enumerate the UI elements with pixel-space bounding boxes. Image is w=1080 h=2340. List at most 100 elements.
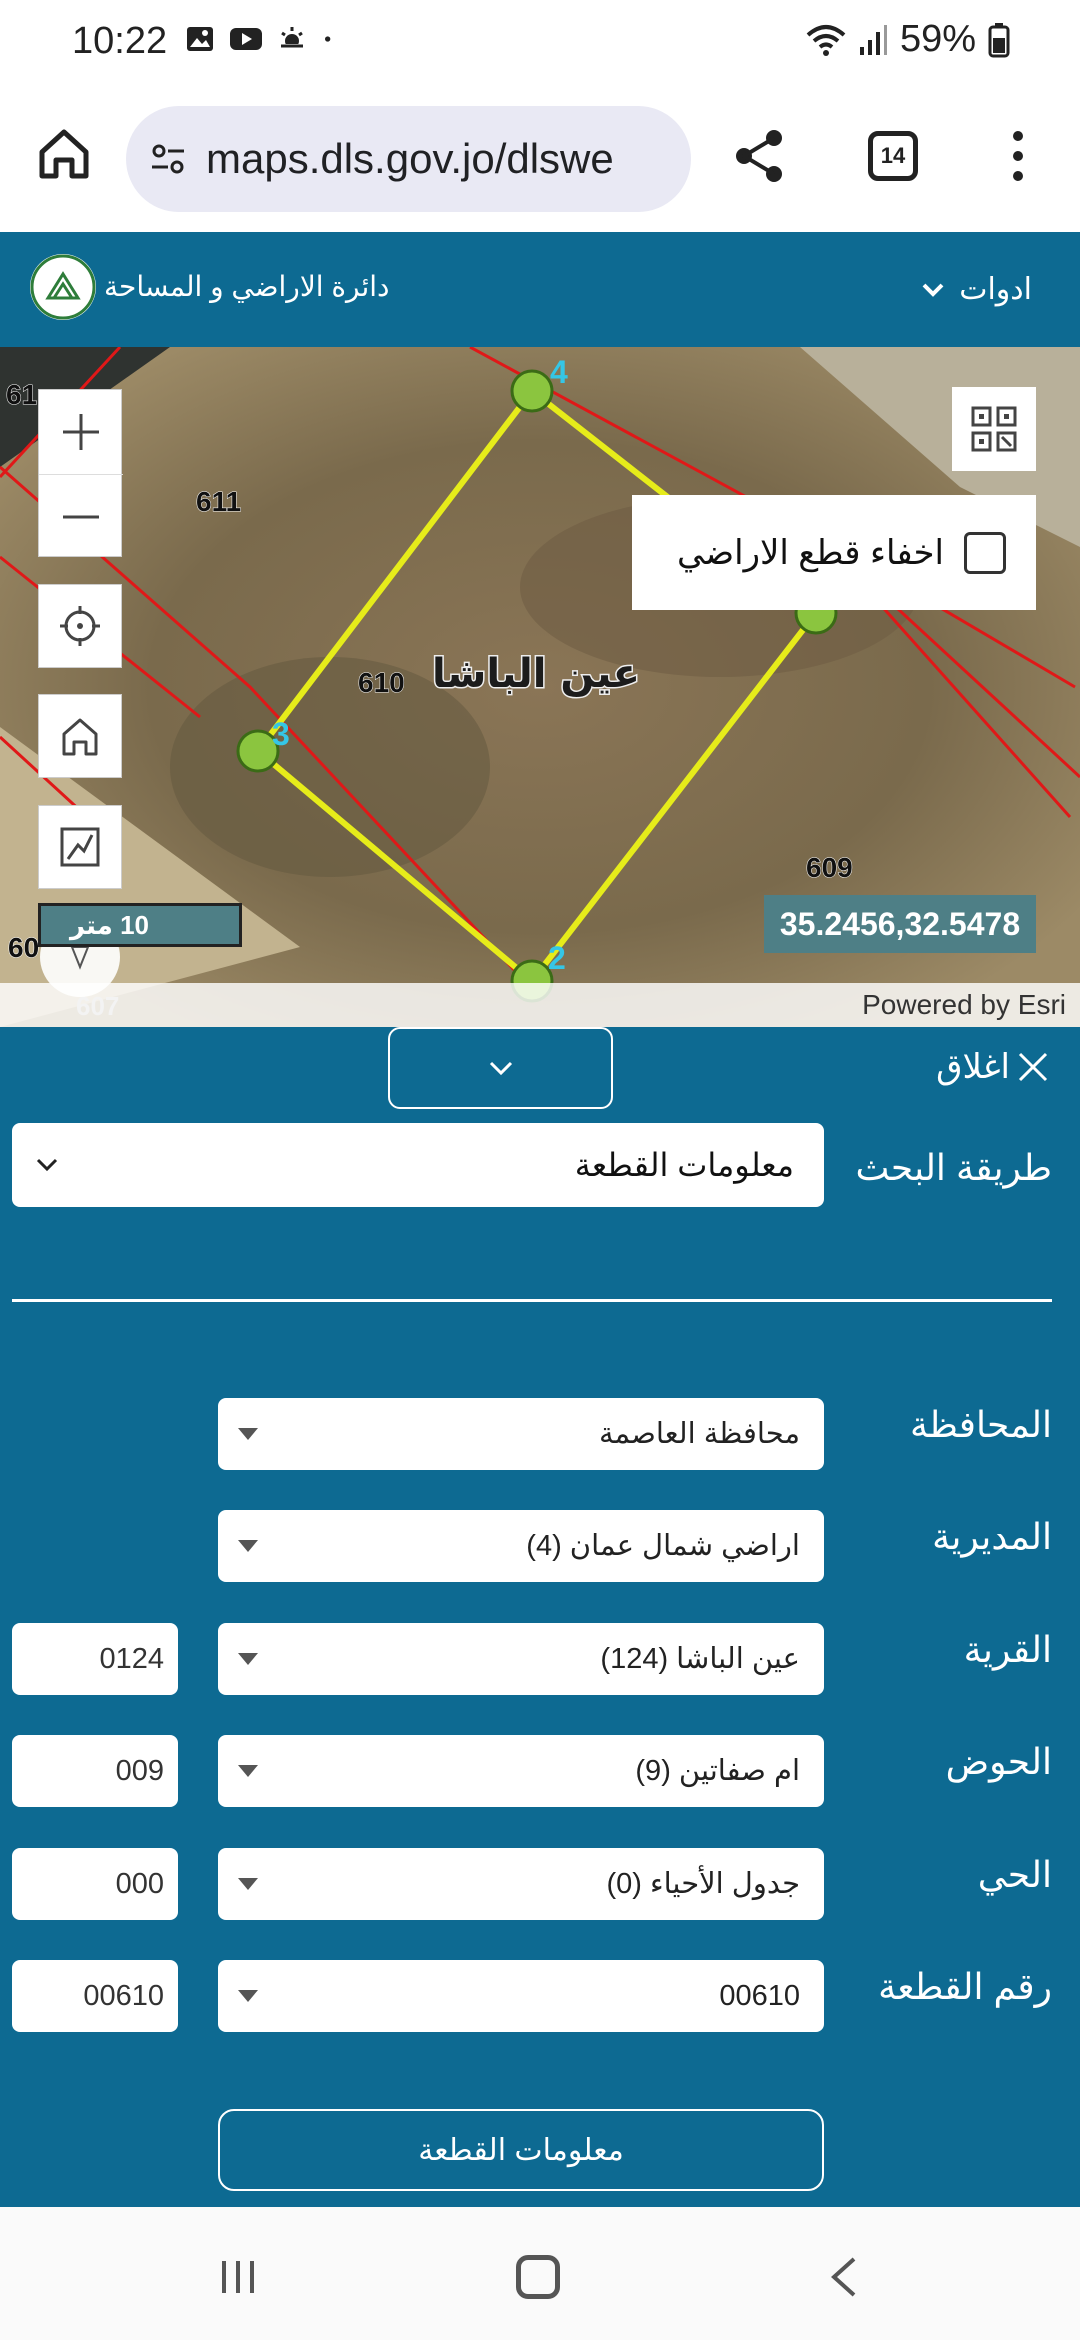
parcel-number-row: رقم القطعة 00610 00610 [0, 1960, 1080, 2032]
search-method-select[interactable]: معلومات القطعة [12, 1123, 824, 1207]
dropdown-arrow-icon [238, 1765, 258, 1777]
parcel-number: 610 [358, 667, 405, 698]
map-view[interactable]: 4 3 2 611 610 609 61 60 607 عين الباشا [0, 347, 1080, 1027]
browser-toolbar: maps.dls.gov.jo/dlswe 14 [0, 86, 1080, 232]
parcel-number-select[interactable]: 00610 [218, 1960, 824, 2032]
parcel-info-button[interactable]: معلومات القطعة [218, 2109, 824, 2191]
qr-code-button[interactable] [952, 387, 1036, 471]
tools-label: ادوات [959, 273, 1032, 306]
zoom-controls [38, 389, 123, 558]
collapse-panel-button[interactable] [388, 1027, 613, 1109]
search-method-label: طريقة البحث [855, 1147, 1052, 1188]
home-icon[interactable] [36, 126, 92, 182]
directorate-row: المديرية اراضي شمال عمان (4) [0, 1510, 1080, 1582]
vertex-label: 2 [548, 940, 566, 976]
hide-parcels-checkbox[interactable] [964, 531, 1006, 574]
village-code-input[interactable]: 0124 [12, 1623, 178, 1695]
hide-parcels-label: اخفاء قطع الاراضي [676, 533, 944, 572]
scale-bar: 10 متر [38, 903, 242, 947]
directorate-select[interactable]: اراضي شمال عمان (4) [218, 1510, 824, 1582]
dropdown-arrow-icon [238, 1540, 258, 1552]
weather-icon [279, 27, 305, 52]
site-settings-icon[interactable] [148, 139, 188, 179]
esri-attribution[interactable]: Powered by Esri [862, 989, 1066, 1021]
chevron-down-icon [922, 283, 944, 297]
image-icon [187, 27, 213, 51]
address-bar[interactable]: maps.dls.gov.jo/dlswe [126, 106, 691, 212]
back-icon[interactable] [826, 2255, 862, 2299]
directorate-label: المديرية [932, 1516, 1052, 1557]
parcel-number-input[interactable]: 00610 [12, 1960, 178, 2032]
locate-button[interactable] [38, 584, 122, 668]
basin-code-input[interactable]: 009 [12, 1735, 178, 1807]
parcel-number: 609 [806, 852, 853, 883]
basin-select[interactable]: ام صفاتين (9) [218, 1735, 824, 1807]
neighborhood-value: جدول الأحياء (0) [606, 1868, 800, 1900]
tab-switcher-button[interactable]: 14 [868, 131, 918, 181]
status-bar: 10:22 59% [0, 0, 1080, 86]
home-extent-button[interactable] [38, 694, 122, 778]
signal-icon [859, 24, 887, 55]
measure-button[interactable] [38, 805, 122, 889]
zoom-in-button[interactable] [39, 390, 123, 474]
vertex-marker [510, 369, 554, 413]
more-options-icon[interactable] [1000, 126, 1036, 186]
status-time: 10:22 [72, 20, 168, 62]
governorate-row: المحافظة محافظة العاصمة [0, 1398, 1080, 1470]
close-button[interactable]: اغلاق [936, 1047, 1050, 1087]
village-label: القرية [963, 1629, 1052, 1670]
dropdown-arrow-icon [238, 1990, 258, 2002]
dropdown-arrow-icon [238, 1878, 258, 1890]
close-label: اغلاق [936, 1048, 1010, 1086]
parcel-number: 61 [6, 379, 37, 410]
parcel-number-label: رقم القطعة [878, 1966, 1052, 2007]
parcel-search-panel: اغلاق طريقة البحث معلومات القطعة المحافظ… [0, 1027, 1080, 2207]
neighborhood-code-input[interactable]: 000 [12, 1848, 178, 1920]
plus-icon [63, 414, 99, 450]
basin-value: ام صفاتين (9) [635, 1755, 800, 1787]
wifi-icon [806, 24, 846, 56]
village-select[interactable]: عين الباشا (124) [218, 1623, 824, 1695]
app-header: دائرة الاراضي و المساحة ادوات [0, 232, 1080, 347]
tools-dropdown[interactable]: ادوات [921, 272, 1032, 307]
basin-label: الحوض [945, 1741, 1052, 1782]
chevron-down-icon [36, 1158, 58, 1172]
org-name: دائرة الاراضي و المساحة [104, 271, 390, 302]
zoom-out-button[interactable] [39, 474, 123, 558]
vertex-label: 3 [272, 716, 290, 752]
parcel-number: 60 [8, 932, 39, 963]
neighborhood-label: الحي [977, 1854, 1052, 1895]
dropdown-arrow-icon [238, 1653, 258, 1665]
village-value: عين الباشا (124) [600, 1643, 800, 1675]
tab-count: 14 [880, 143, 906, 168]
measure-icon [60, 827, 100, 867]
village-label: عين الباشا [432, 651, 640, 697]
system-nav-bar [0, 2207, 1080, 2340]
url-text: maps.dls.gov.jo/dlswe [206, 135, 614, 182]
chevron-down-icon [489, 1061, 512, 1076]
parcel-number: 611 [196, 486, 241, 517]
crosshair-icon [60, 606, 100, 646]
qr-code-icon [971, 406, 1017, 452]
dls-logo [30, 254, 96, 320]
neighborhood-select[interactable]: جدول الأحياء (0) [218, 1848, 824, 1920]
neighborhood-row: الحي جدول الأحياء (0) 000 [0, 1848, 1080, 1920]
dot-icon [325, 36, 331, 42]
attribution-bar: Powered by Esri [0, 983, 1080, 1027]
share-icon[interactable] [730, 126, 790, 186]
basin-row: الحوض ام صفاتين (9) 009 [0, 1735, 1080, 1807]
dropdown-arrow-icon [238, 1428, 258, 1440]
nav-home-icon[interactable] [516, 2255, 560, 2299]
hide-parcels-toggle[interactable]: اخفاء قطع الاراضي [632, 495, 1036, 610]
vertex-label: 4 [550, 354, 568, 390]
battery-icon [988, 22, 1010, 57]
coordinates-readout: 35.2456,32.5478 [764, 895, 1036, 953]
minus-icon [63, 515, 99, 518]
governorate-label: المحافظة [909, 1404, 1052, 1445]
parcel-info-label: معلومات القطعة [418, 2133, 624, 2167]
divider [12, 1299, 1052, 1302]
governorate-select[interactable]: محافظة العاصمة [218, 1398, 824, 1470]
recent-apps-icon[interactable] [218, 2257, 258, 2297]
village-row: القرية عين الباشا (124) 0124 [0, 1623, 1080, 1695]
close-icon [1018, 1052, 1048, 1082]
